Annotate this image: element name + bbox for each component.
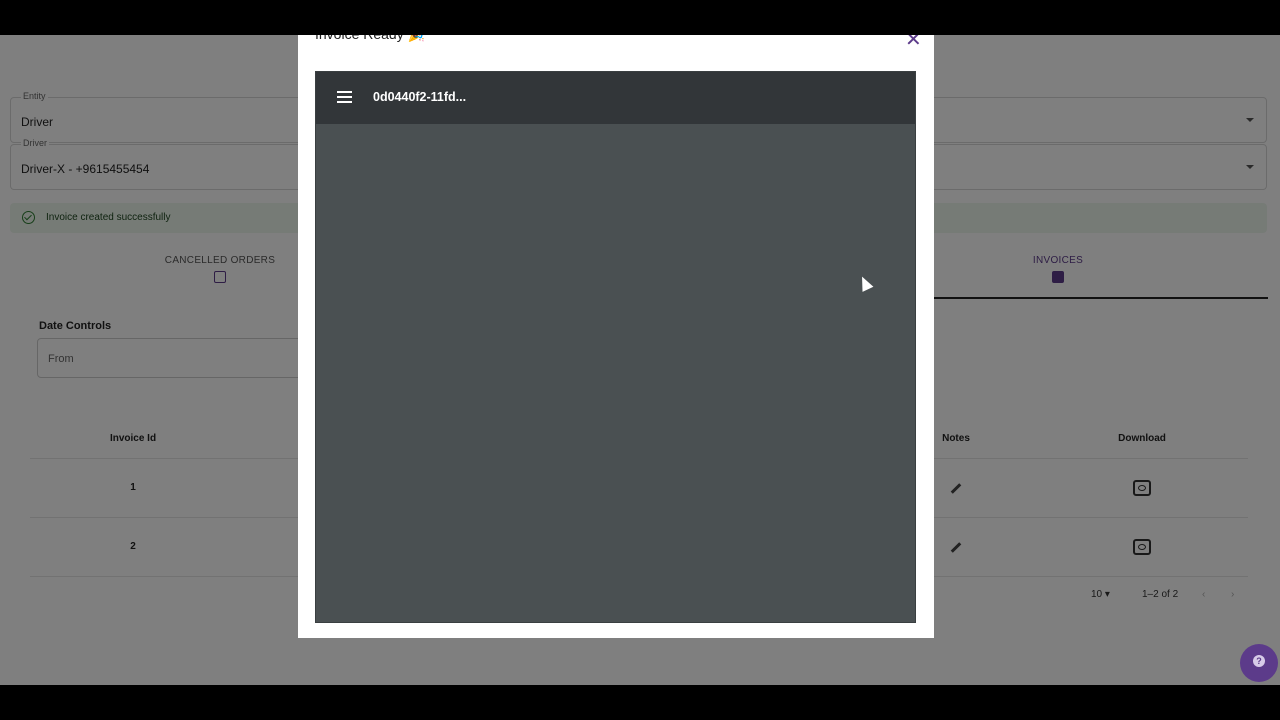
pdf-toolbar: 0d0440f2-11fd... [316,72,915,124]
help-button[interactable]: ? [1240,644,1278,682]
pdf-viewer[interactable]: 0d0440f2-11fd... [315,71,916,623]
help-icon: ? [1253,655,1265,667]
invoice-modal: Invoice Ready 🎉 ✕ 0d0440f2-11fd... [298,35,934,638]
close-icon[interactable]: ✕ [905,35,922,52]
pdf-filename: 0d0440f2-11fd... [373,90,467,104]
menu-icon[interactable] [337,91,352,103]
modal-title: Invoice Ready 🎉 [315,35,425,43]
